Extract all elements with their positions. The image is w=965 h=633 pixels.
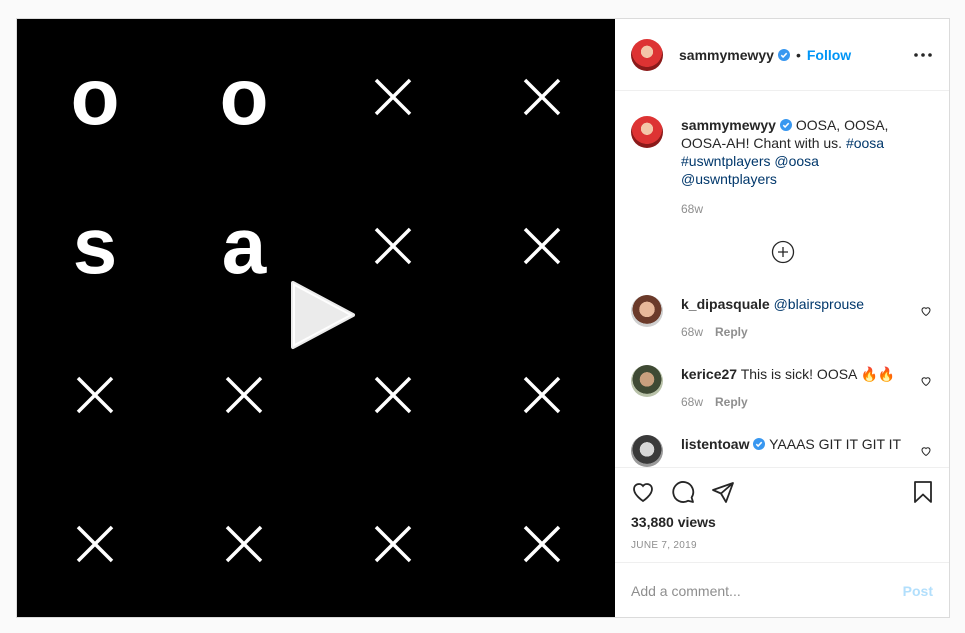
comment-username[interactable]: kerice27 — [681, 366, 737, 382]
add-comment-bar: Add a comment... Post — [615, 562, 949, 617]
comment-meta: 68w Reply — [681, 395, 748, 409]
x-glyph-icon — [467, 469, 615, 617]
header-username[interactable]: sammymewyy — [679, 47, 790, 63]
letter-tile: o — [219, 52, 269, 141]
like-comment-icon[interactable] — [920, 445, 932, 457]
view-count[interactable]: 33,880 views — [631, 514, 716, 530]
avatar[interactable] — [631, 365, 663, 397]
avatar[interactable] — [631, 295, 663, 327]
comment-text: listentoaw YAAAS GIT IT GIT IT — [681, 435, 906, 453]
more-options-icon[interactable] — [911, 45, 935, 65]
play-icon[interactable] — [287, 281, 357, 351]
verified-badge-icon — [753, 438, 766, 450]
post-actions: 33,880 views JUNE 7, 2019 — [615, 467, 949, 562]
like-comment-icon[interactable] — [920, 375, 932, 387]
caption-username[interactable]: sammymewyy — [681, 117, 776, 133]
post-header: sammymewyy • Follow — [615, 19, 949, 91]
comment-username[interactable]: listentoaw — [681, 436, 749, 452]
letter-tile: o — [70, 52, 120, 141]
x-glyph-icon — [20, 320, 170, 470]
comment-body: YAAAS GIT IT GIT IT — [769, 436, 902, 452]
save-bookmark-icon[interactable] — [911, 480, 935, 504]
comment-input[interactable]: Add a comment... — [631, 583, 741, 599]
like-comment-icon[interactable] — [920, 305, 932, 317]
caption-age: 68w — [681, 202, 704, 216]
x-glyph-icon — [318, 469, 468, 617]
caption-text: sammymewyy OOSA, OOSA, OOSA-AH! Chant wi… — [681, 116, 906, 188]
like-icon[interactable] — [631, 480, 655, 504]
comment-text: k_dipasquale @blairsprouse — [681, 295, 906, 313]
share-icon[interactable] — [711, 480, 735, 504]
post-sidebar: sammymewyy • Follow sammymewyy OOSA, OOS… — [615, 19, 949, 617]
post-comment-button[interactable]: Post — [903, 583, 933, 599]
post-date[interactable]: JUNE 7, 2019 — [631, 540, 697, 551]
reply-button[interactable]: Reply — [715, 325, 748, 339]
x-glyph-icon — [318, 22, 468, 172]
comment-age: 68w — [681, 325, 704, 339]
x-glyph-icon — [467, 171, 615, 321]
reply-button[interactable]: Reply — [715, 395, 748, 409]
comments-list[interactable]: sammymewyy OOSA, OOSA, OOSA-AH! Chant wi… — [615, 92, 949, 467]
comment-text: kerice27 This is sick! OOSA 🔥🔥 — [681, 365, 906, 383]
comment-age: 68w — [681, 395, 704, 409]
avatar[interactable] — [631, 435, 663, 467]
separator-dot: • — [795, 46, 801, 63]
comment-body: This is sick! OOSA 🔥🔥 — [740, 366, 896, 382]
post-card: oosa sammymewyy • Follow sammymewyy OOSA… — [16, 18, 950, 618]
comment-icon[interactable] — [671, 480, 695, 504]
letter-tile: s — [72, 201, 118, 290]
verified-badge-icon — [777, 48, 790, 61]
x-glyph-icon — [467, 320, 615, 470]
video-media[interactable]: oosa — [17, 19, 615, 617]
avatar[interactable] — [631, 38, 663, 71]
avatar[interactable] — [631, 116, 663, 148]
load-more-comments-icon[interactable] — [771, 240, 795, 264]
x-glyph-icon — [467, 22, 615, 172]
x-glyph-icon — [20, 469, 170, 617]
comment-meta: 68w Reply — [681, 325, 748, 339]
x-glyph-icon — [169, 469, 319, 617]
verified-badge-icon — [779, 119, 792, 131]
follow-button[interactable]: Follow — [807, 47, 851, 63]
comment-body[interactable]: @blairsprouse — [774, 296, 864, 312]
comment-username[interactable]: k_dipasquale — [681, 296, 770, 312]
